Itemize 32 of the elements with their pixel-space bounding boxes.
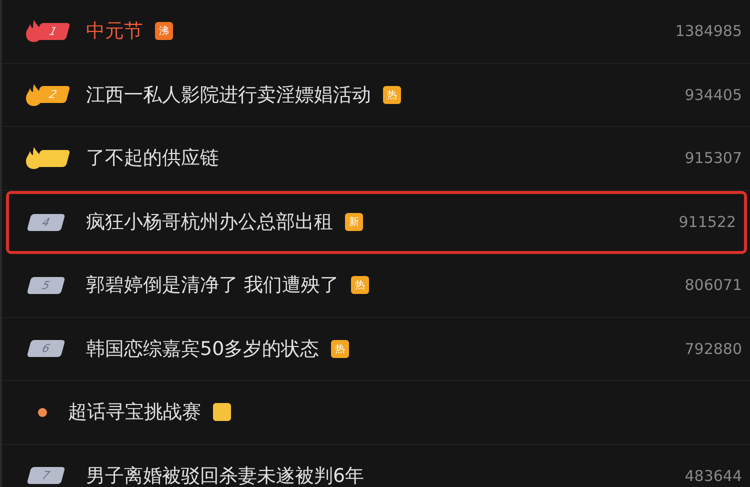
list-row[interactable]: 7 男子离婚被驳回杀妻未遂被判6年 483644 — [2, 444, 750, 487]
topic-tag: 新 — [345, 213, 363, 232]
heat-count: 806071 — [684, 276, 742, 294]
rank-badge: 4 — [26, 214, 66, 231]
topic-title: 江西一私人影院进行卖淫嫖娼活动 — [86, 82, 371, 108]
rank-badge: 7 — [26, 467, 66, 484]
list-row[interactable]: 1 中元节 沸 1384985 — [2, 0, 750, 64]
topic-title: 超话寻宝挑战赛 — [68, 400, 201, 426]
topic-title: 疯狂小杨哥杭州办公总部出租 — [86, 210, 333, 236]
topic-title: 中元节 — [86, 19, 143, 44]
topic-tag: 沸 — [155, 22, 173, 40]
heat-count: 934405 — [684, 86, 742, 104]
topic-title: 韩国恋综嘉宾50多岁的状态 — [86, 336, 320, 362]
topic-tag: 热 — [331, 340, 350, 358]
topic-tag: 热 — [351, 276, 370, 294]
topic-title: 男子离婚被驳回杀妻未遂被判6年 — [86, 464, 364, 487]
topic-title: 了不起的供应链 — [86, 146, 219, 172]
list-row[interactable]: 2 江西一私人影院进行卖淫嫖娼活动 热 934405 — [2, 64, 750, 127]
rank-badge: 6 — [26, 340, 66, 358]
rank-badge: 5 — [26, 276, 66, 294]
list-row[interactable]: 了不起的供应链 915307 — [2, 127, 750, 190]
topic-tag: 热 — [383, 86, 401, 104]
heat-count: 1384985 — [675, 22, 742, 40]
list-row[interactable]: 6 韩国恋综嘉宾50多岁的状态 热 792880 — [2, 318, 750, 381]
list-row[interactable]: 5 郭碧婷倒是清净了 我们遭殃了 热 806071 — [2, 254, 750, 318]
topic-title: 郭碧婷倒是清净了 我们遭殃了 — [86, 273, 340, 298]
heat-count: 483644 — [684, 466, 742, 485]
heat-count: 911522 — [678, 213, 736, 232]
highlighted-row[interactable]: 4 疯狂小杨哥杭州办公总部出租 新 911522 — [6, 190, 747, 254]
list-row[interactable]: 超话寻宝挑战赛 — [2, 381, 750, 444]
heat-count: 792880 — [684, 340, 742, 358]
heat-count: 915307 — [684, 149, 742, 168]
